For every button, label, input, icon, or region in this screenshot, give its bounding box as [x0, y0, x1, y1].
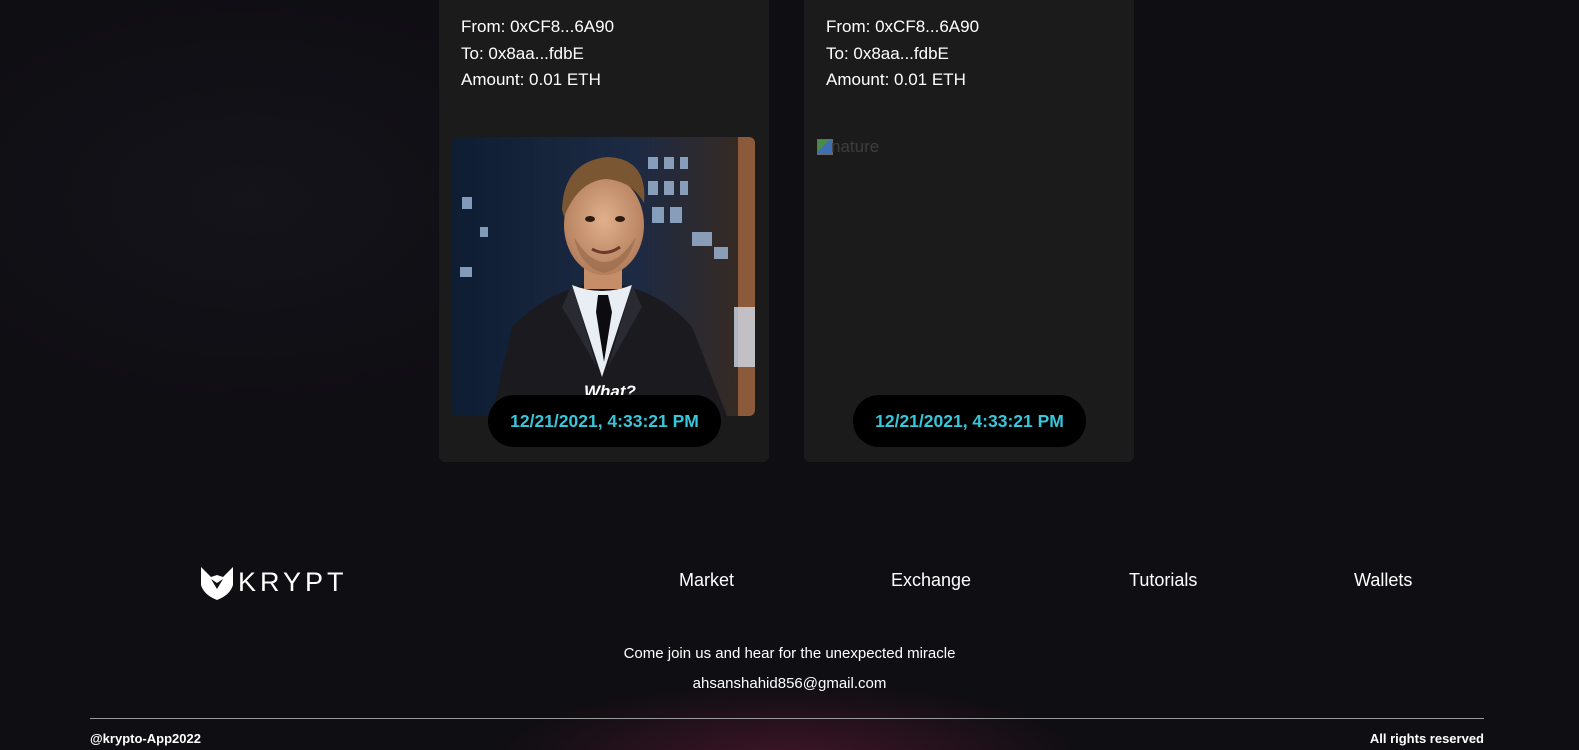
broken-image: nature — [817, 137, 879, 157]
footer-link-wallets[interactable]: Wallets — [1354, 570, 1412, 591]
image-alt-text: nature — [831, 137, 880, 156]
fox-icon — [201, 567, 233, 600]
logo-text: KRYPT — [238, 566, 348, 597]
transaction-details: From: 0xCF8...6A90 To: 0x8aa...fdbE Amou… — [461, 14, 614, 94]
transaction-card: From: 0xCF8...6A90 To: 0x8aa...fdbE Amou… — [804, 0, 1134, 462]
from-address-link[interactable]: From: 0xCF8...6A90 — [826, 14, 979, 41]
footer-link-tutorials[interactable]: Tutorials — [1129, 570, 1197, 591]
page: From: 0xCF8...6A90 To: 0x8aa...fdbE Amou… — [0, 0, 1579, 750]
footer-rights: All rights reserved — [1369, 731, 1484, 746]
footer-email[interactable]: ahsanshahid856@gmail.com — [0, 675, 1579, 692]
to-address-link[interactable]: To: 0x8aa...fdbE — [826, 41, 979, 68]
footer-link-market[interactable]: Market — [679, 570, 734, 591]
footer-tagline: Come join us and hear for the unexpected… — [623, 645, 956, 662]
timestamp-badge: 12/21/2021, 4:33:21 PM — [853, 395, 1086, 447]
footer-divider — [90, 718, 1484, 719]
transaction-details: From: 0xCF8...6A90 To: 0x8aa...fdbE Amou… — [826, 14, 979, 94]
transaction-gif: What? — [452, 137, 755, 416]
to-address-link[interactable]: To: 0x8aa...fdbE — [461, 41, 614, 68]
timestamp-badge: 12/21/2021, 4:33:21 PM — [488, 395, 721, 447]
transaction-card: From: 0xCF8...6A90 To: 0x8aa...fdbE Amou… — [439, 0, 769, 462]
krypt-logo[interactable]: KRYPT — [198, 563, 348, 601]
footer-copyright: @krypto-App2022 — [90, 731, 201, 746]
amount-text: Amount: 0.01 ETH — [826, 70, 966, 89]
amount-text: Amount: 0.01 ETH — [461, 70, 601, 89]
footer-link-exchange[interactable]: Exchange — [891, 570, 971, 591]
from-address-link[interactable]: From: 0xCF8...6A90 — [461, 14, 614, 41]
